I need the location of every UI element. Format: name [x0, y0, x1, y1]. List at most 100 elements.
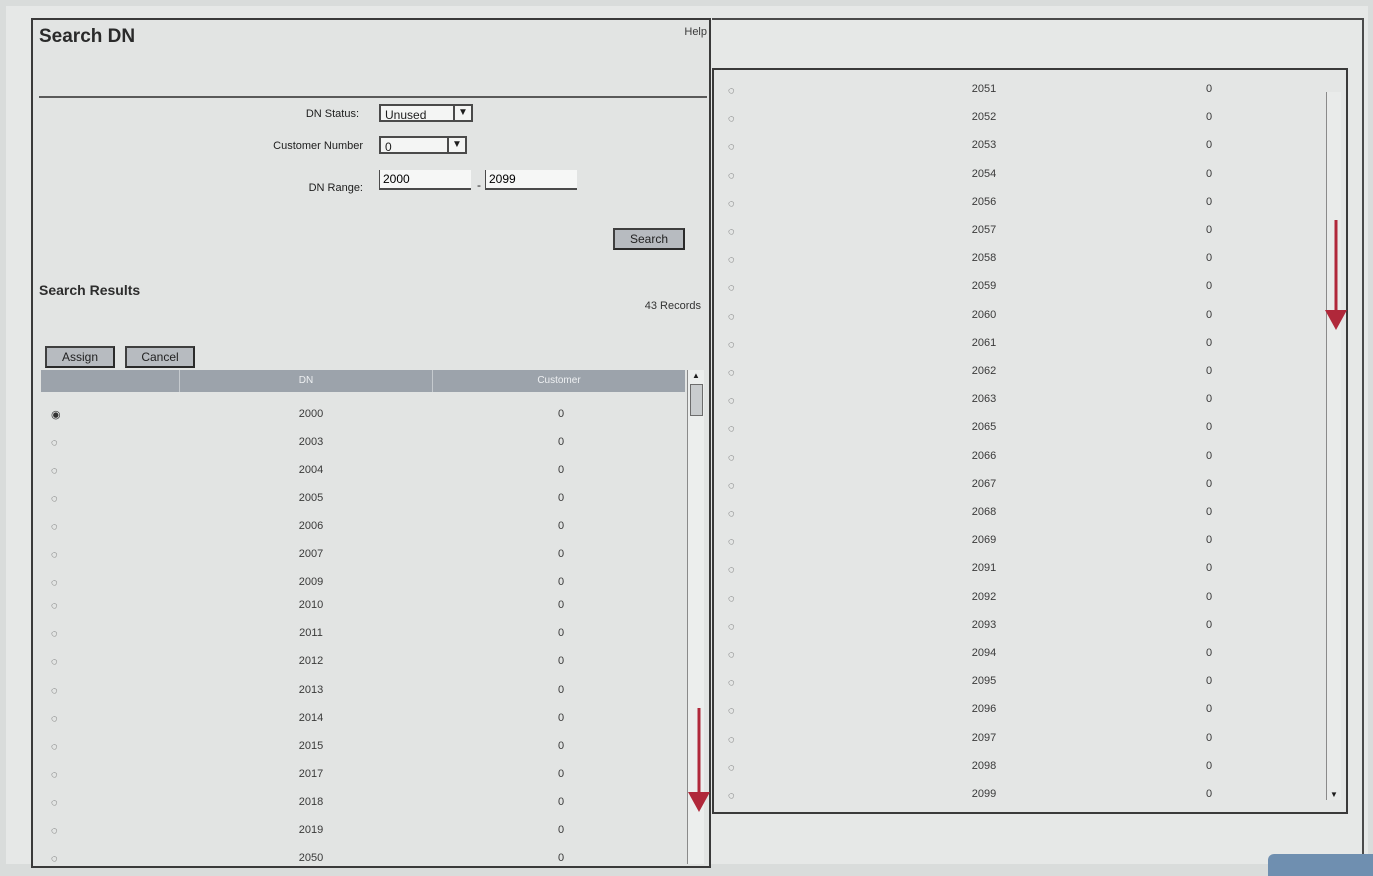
radio-icon[interactable]: ◌ [728, 564, 735, 576]
radio-icon[interactable]: ◌ [728, 762, 735, 774]
table-row[interactable]: ◌ 2011 0 [41, 625, 685, 647]
radio-icon[interactable]: ◌ [728, 705, 735, 717]
radio-icon[interactable]: ◌ [728, 339, 735, 351]
radio-icon[interactable]: ◌ [51, 798, 61, 809]
help-link[interactable]: Help [684, 26, 707, 38]
table-row[interactable]: ◌ 2067 0 [714, 477, 1314, 499]
dn-status-select[interactable]: Unused ▼ [379, 104, 473, 122]
table-row[interactable]: ◌ 2097 0 [714, 731, 1314, 753]
radio-icon[interactable]: ◌ [51, 686, 61, 697]
table-row[interactable]: ◌ 2010 0 [41, 597, 685, 619]
table-row[interactable]: ◌ 2005 0 [41, 490, 685, 512]
table-row[interactable]: ◌ 2018 0 [41, 794, 685, 816]
radio-icon[interactable]: ◌ [51, 466, 61, 477]
radio-icon[interactable]: ◌ [728, 226, 735, 238]
radio-icon[interactable]: ◌ [51, 438, 61, 449]
table-row[interactable]: ◌ 2065 0 [714, 420, 1314, 442]
radio-icon[interactable]: ◌ [51, 550, 61, 561]
table-row[interactable]: ◌ 2095 0 [714, 674, 1314, 696]
table-row[interactable]: ◌ 2015 0 [41, 738, 685, 760]
radio-icon[interactable]: ◌ [728, 282, 735, 294]
radio-icon[interactable]: ◌ [51, 494, 61, 505]
radio-icon[interactable]: ◌ [728, 536, 735, 548]
table-row[interactable]: ◌ 2004 0 [41, 462, 685, 484]
radio-icon[interactable]: ◌ [728, 170, 735, 182]
table-row[interactable]: ◌ 2051 0 [714, 82, 1314, 104]
table-row[interactable]: ◌ 2063 0 [714, 392, 1314, 414]
table-row[interactable]: ◌ 2098 0 [714, 759, 1314, 781]
radio-selected-icon[interactable]: ◉ [51, 410, 61, 421]
table-row[interactable]: ◌ 2094 0 [714, 646, 1314, 668]
table-row[interactable]: ◌ 2091 0 [714, 561, 1314, 583]
radio-icon[interactable]: ◌ [728, 452, 735, 464]
assign-button[interactable]: Assign [45, 346, 115, 368]
radio-icon[interactable]: ◌ [728, 593, 735, 605]
radio-icon[interactable]: ◌ [51, 657, 61, 668]
scroll-down-icon[interactable]: ▼ [1327, 790, 1341, 800]
radio-icon[interactable]: ◌ [728, 621, 735, 633]
radio-icon[interactable]: ◌ [51, 578, 61, 589]
table-row[interactable]: ◌ 2003 0 [41, 434, 685, 456]
table-row[interactable]: ◌ 2053 0 [714, 138, 1314, 160]
table-row[interactable]: ◌ 2093 0 [714, 618, 1314, 640]
radio-icon[interactable]: ◌ [728, 198, 735, 210]
column-header-customer[interactable]: Customer [433, 370, 685, 392]
radio-icon[interactable]: ◌ [728, 113, 735, 125]
column-header-dn[interactable]: DN [180, 370, 433, 392]
table-row[interactable]: ◌ 2057 0 [714, 223, 1314, 245]
customer-number-select[interactable]: 0 ▼ [379, 136, 467, 154]
table-row[interactable]: ◌ 2013 0 [41, 682, 685, 704]
radio-icon[interactable]: ◌ [728, 395, 735, 407]
table-row[interactable]: ◌ 2059 0 [714, 279, 1314, 301]
table-row[interactable]: ◉ 2000 0 [41, 406, 685, 428]
scroll-thumb[interactable] [690, 384, 703, 416]
radio-icon[interactable]: ◌ [728, 311, 735, 323]
table-row[interactable]: ◌ 2061 0 [714, 336, 1314, 358]
radio-icon[interactable]: ◌ [728, 734, 735, 746]
table-row[interactable]: ◌ 2096 0 [714, 702, 1314, 724]
table-row[interactable]: ◌ 2009 0 [41, 574, 685, 596]
cancel-button[interactable]: Cancel [125, 346, 195, 368]
table-row[interactable]: ◌ 2054 0 [714, 167, 1314, 189]
table-row[interactable]: ◌ 2052 0 [714, 110, 1314, 132]
radio-icon[interactable]: ◌ [51, 854, 61, 865]
table-row[interactable]: ◌ 2050 0 [41, 850, 685, 872]
table-row[interactable]: ◌ 2017 0 [41, 766, 685, 788]
table-row[interactable]: ◌ 2092 0 [714, 590, 1314, 612]
radio-icon[interactable]: ◌ [51, 714, 61, 725]
table-row[interactable]: ◌ 2066 0 [714, 449, 1314, 471]
radio-icon[interactable]: ◌ [51, 770, 61, 781]
radio-icon[interactable]: ◌ [51, 742, 61, 753]
radio-icon[interactable]: ◌ [728, 85, 735, 97]
table-row[interactable]: ◌ 2062 0 [714, 364, 1314, 386]
radio-icon[interactable]: ◌ [728, 423, 735, 435]
scroll-up-icon[interactable]: ▲ [688, 370, 704, 382]
radio-icon[interactable]: ◌ [51, 826, 61, 837]
radio-icon[interactable]: ◌ [728, 790, 735, 802]
table-row[interactable]: ◌ 2012 0 [41, 653, 685, 675]
table-row[interactable]: ◌ 2060 0 [714, 308, 1314, 330]
radio-icon[interactable]: ◌ [728, 141, 735, 153]
dn-range-to-input[interactable] [485, 170, 577, 190]
radio-icon[interactable]: ◌ [51, 601, 61, 612]
search-button[interactable]: Search [613, 228, 685, 250]
table-row[interactable]: ◌ 2099 0 [714, 787, 1314, 809]
table-row[interactable]: ◌ 2058 0 [714, 251, 1314, 273]
radio-icon[interactable]: ◌ [728, 367, 735, 379]
table-row[interactable]: ◌ 2014 0 [41, 710, 685, 732]
table-row[interactable]: ◌ 2019 0 [41, 822, 685, 844]
table-row[interactable]: ◌ 2068 0 [714, 505, 1314, 527]
table-row[interactable]: ◌ 2007 0 [41, 546, 685, 568]
table-row[interactable]: ◌ 2056 0 [714, 195, 1314, 217]
table-row[interactable]: ◌ 2069 0 [714, 533, 1314, 555]
results-continued-scrollbar[interactable]: ▼ [1326, 92, 1341, 800]
radio-icon[interactable]: ◌ [728, 649, 735, 661]
radio-icon[interactable]: ◌ [728, 508, 735, 520]
radio-icon[interactable]: ◌ [51, 522, 61, 533]
radio-icon[interactable]: ◌ [728, 677, 735, 689]
table-row[interactable]: ◌ 2006 0 [41, 518, 685, 540]
dn-range-from-input[interactable] [379, 170, 471, 190]
radio-icon[interactable]: ◌ [728, 254, 735, 266]
radio-icon[interactable]: ◌ [728, 480, 735, 492]
radio-icon[interactable]: ◌ [51, 629, 61, 640]
